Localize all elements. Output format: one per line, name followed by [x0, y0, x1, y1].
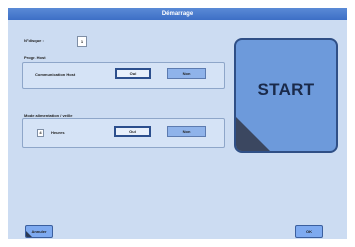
communication-yes-button[interactable]: Oui	[115, 68, 151, 79]
start-button-label: START	[257, 80, 315, 99]
start-button-corner-triangle	[236, 117, 270, 151]
ok-button-label: OK	[306, 229, 312, 234]
power-no-button[interactable]: Non	[167, 126, 206, 137]
cancel-button-corner-triangle	[26, 231, 32, 237]
start-button[interactable]: START	[234, 38, 338, 153]
network-group-title: Progr. Host	[24, 55, 46, 60]
disk-label: N°disque :	[24, 38, 44, 43]
disk-number-spinner[interactable]: 1	[77, 36, 87, 47]
hours-unit-label: Heures	[51, 130, 65, 135]
startup-window: Démarrage N°disque : 1 Progr. Host Commu…	[0, 0, 355, 247]
ok-button[interactable]: OK	[295, 225, 323, 238]
power-yes-button[interactable]: Oui	[114, 126, 151, 137]
cancel-button[interactable]: Annuler	[25, 225, 53, 238]
cancel-button-label: Annuler	[31, 229, 47, 234]
window-client-area: N°disque : 1 Progr. Host Communication H…	[8, 20, 347, 239]
power-group: 4 Heures Oui Non	[22, 118, 225, 148]
communication-no-button[interactable]: Non	[167, 68, 206, 79]
network-group: Communication Host Oui Non	[22, 62, 225, 89]
window-title: Démarrage	[8, 8, 347, 20]
hours-value-field[interactable]: 4	[37, 129, 44, 137]
communication-host-label: Communication Host	[35, 72, 76, 77]
